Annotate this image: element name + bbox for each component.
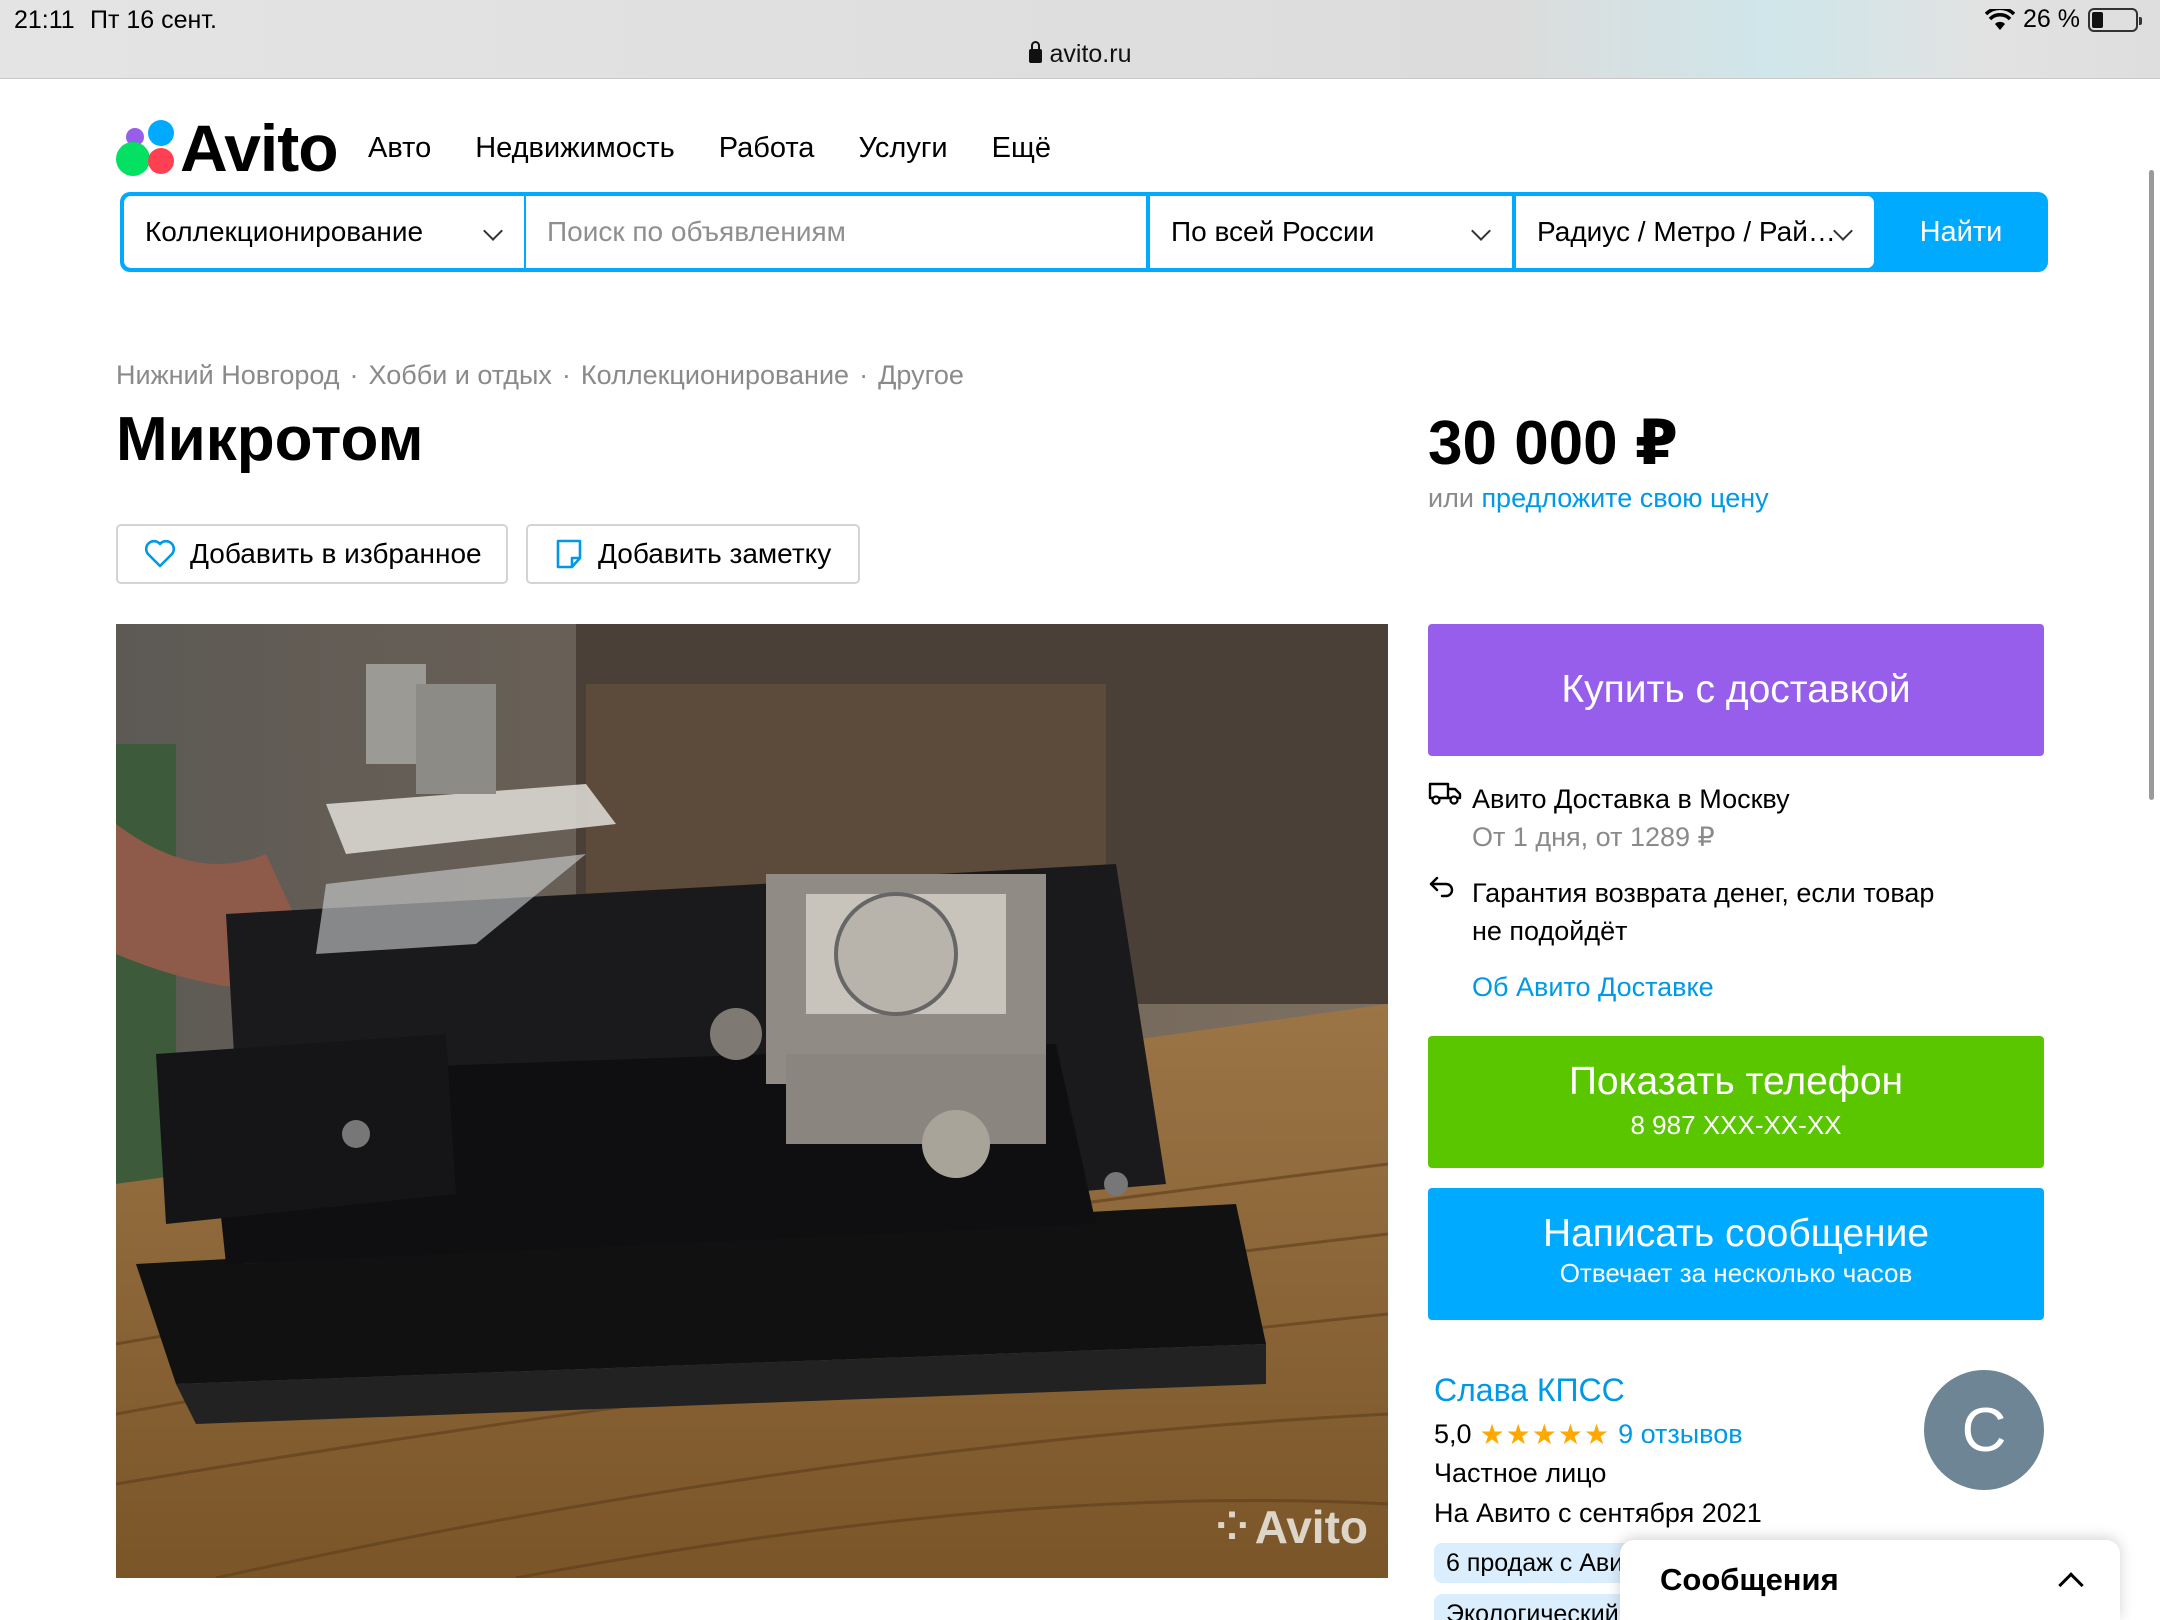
show-phone-button[interactable]: Показать телефон 8 987 XXX-XX-XX <box>1428 1036 2044 1168</box>
seller-type: Частное лицо <box>1434 1458 1607 1488</box>
category-value: Коллекционирование <box>145 216 424 247</box>
buy-with-delivery-button[interactable]: Купить с доставкой <box>1428 624 2044 756</box>
nav-item-more[interactable]: Ещё <box>992 132 1051 165</box>
breadcrumb-other[interactable]: Другое <box>878 360 964 391</box>
battery-icon <box>2088 7 2142 32</box>
rating-stars-icon: ★★★★★ <box>1479 1419 1611 1450</box>
search-bar: Коллекционирование Поиск по объявлениям … <box>120 192 2048 272</box>
chevron-down-icon <box>1471 221 1491 241</box>
delivery-terms: От 1 дня, от 1289 ₽ <box>1472 822 1715 852</box>
breadcrumb-sep: · <box>859 360 869 390</box>
price-offer: или предложите свою цену <box>1428 483 1769 514</box>
about-delivery-link[interactable]: Об Авито Доставке <box>1472 968 1934 1006</box>
logo-text: Avito <box>180 111 339 185</box>
watermark-text: Avito <box>1254 1501 1368 1553</box>
page-title: Микротом <box>116 405 424 474</box>
breadcrumb-collecting[interactable]: Коллекционирование <box>581 360 849 391</box>
seller-since: На Авито с сентября 2021 <box>1434 1498 1762 1528</box>
top-nav: Авто Недвижимость Работа Услуги Ещё <box>368 132 1051 165</box>
messages-title: Сообщения <box>1660 1562 1839 1597</box>
nav-item-jobs[interactable]: Работа <box>719 132 815 165</box>
add-note-label: Добавить заметку <box>598 538 832 569</box>
watermark-dots-icon: ⁘ <box>1215 1505 1249 1549</box>
phone-number-masked: 8 987 XXX-XX-XX <box>1630 1110 1842 1140</box>
offer-price-link[interactable]: предложите свою цену <box>1481 483 1768 513</box>
money-back-guarantee: Гарантия возврата денег, если товар не п… <box>1428 874 1934 1006</box>
ios-status-bar: 21:11 Пт 16 сент. avito.ru 26 % <box>0 0 2160 79</box>
messages-panel[interactable]: Сообщения <box>1620 1540 2120 1620</box>
price-offer-prefix: или <box>1428 483 1474 513</box>
delivery-info: Авито Доставка в Москву От 1 дня, от 128… <box>1428 780 1790 856</box>
add-favorite-button[interactable]: Добавить в избранное <box>116 524 508 584</box>
seller-eco-badge: Экологический <box>1434 1594 1631 1620</box>
category-select[interactable]: Коллекционирование <box>124 196 524 268</box>
guarantee-line-2: не подойдёт <box>1472 916 1628 946</box>
rating-value: 5,0 <box>1434 1419 1472 1449</box>
scrollbar[interactable] <box>2149 170 2154 800</box>
nav-item-auto[interactable]: Авто <box>368 132 431 165</box>
battery-percent: 26 % <box>2023 5 2080 33</box>
nav-item-realty[interactable]: Недвижимость <box>475 132 675 165</box>
search-placeholder: Поиск по объявлениям <box>547 216 846 247</box>
search-input[interactable]: Поиск по объявлениям <box>526 196 1146 268</box>
logo-dots-icon <box>116 118 176 178</box>
microtome-image <box>116 624 1388 1578</box>
response-time: Отвечает за несколько часов <box>1559 1258 1913 1288</box>
status-time: 21:11 <box>14 6 75 34</box>
battery-fill <box>2092 11 2103 28</box>
region-value: По всей России <box>1171 216 1375 247</box>
chevron-down-icon <box>1833 221 1853 241</box>
heart-icon <box>144 539 176 568</box>
seller-sales-badge: 6 продаж с Ави <box>1434 1543 1636 1583</box>
avatar[interactable]: С <box>1924 1370 2044 1490</box>
radius-select[interactable]: Радиус / Метро / Рай… <box>1516 196 1874 268</box>
lock-icon <box>1028 41 1042 63</box>
breadcrumb: Нижний Новгород · Хобби и отдых · Коллекци… <box>116 360 964 391</box>
wifi-icon <box>1985 8 2016 30</box>
reviews-link[interactable]: 9 отзывов <box>1618 1419 1743 1450</box>
note-icon <box>556 539 582 569</box>
address-bar[interactable]: avito.ru <box>0 40 2160 69</box>
search-button[interactable]: Найти <box>1878 196 2044 268</box>
radius-value: Радиус / Метро / Рай… <box>1537 216 1836 247</box>
status-right: 26 % <box>1985 5 2142 34</box>
breadcrumb-sep: · <box>561 360 571 390</box>
avito-logo[interactable]: Avito <box>116 110 339 186</box>
nav-item-services[interactable]: Услуги <box>858 132 947 165</box>
truck-icon <box>1428 782 1462 805</box>
delivery-title: Авито Доставка в Москву <box>1472 784 1790 814</box>
chevron-down-icon <box>483 221 503 241</box>
avito-watermark: ⁘ Avito <box>1215 1500 1368 1554</box>
seller-rating: 5,0 ★★★★★ 9 отзывов <box>1434 1418 1743 1451</box>
address-url: avito.ru <box>1049 40 1132 68</box>
add-favorite-label: Добавить в избранное <box>190 538 482 569</box>
chevron-up-icon[interactable] <box>2058 1572 2084 1598</box>
guarantee-line-1: Гарантия возврата денег, если товар <box>1472 878 1935 908</box>
show-phone-label: Показать телефон <box>1568 1060 1904 1103</box>
return-arrow-icon <box>1429 876 1454 898</box>
breadcrumb-hobby[interactable]: Хобби и отдых <box>369 360 552 391</box>
breadcrumb-sep: · <box>349 360 359 390</box>
listing-photo[interactable]: ⁘ Avito <box>116 624 1388 1578</box>
write-message-label: Написать сообщение <box>1542 1212 1930 1255</box>
breadcrumb-city[interactable]: Нижний Новгород <box>116 360 340 391</box>
write-message-button[interactable]: Написать сообщение Отвечает за несколько… <box>1428 1188 2044 1320</box>
region-select[interactable]: По всей России <box>1150 196 1512 268</box>
add-note-button[interactable]: Добавить заметку <box>526 524 860 584</box>
seller-name-link[interactable]: Слава КПСС <box>1434 1372 1625 1409</box>
price: 30 000 ₽ <box>1428 409 1678 478</box>
status-date: Пт 16 сент. <box>90 6 217 34</box>
